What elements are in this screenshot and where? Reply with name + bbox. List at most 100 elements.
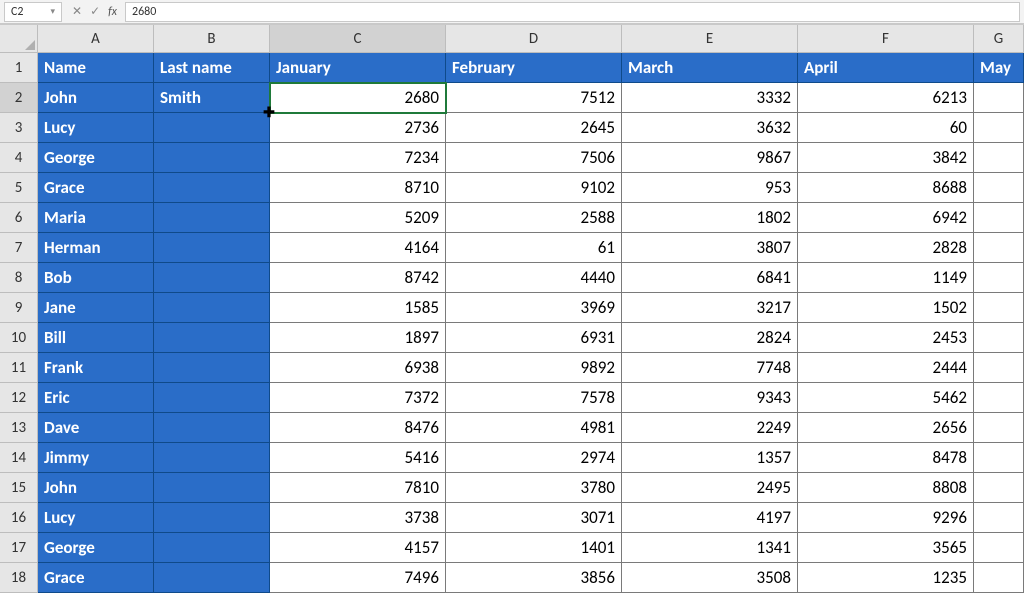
col-head-C[interactable]: C [270,25,446,53]
cell-lastname[interactable] [154,143,270,173]
cell-january[interactable]: 8710 [270,173,446,203]
row-head-10[interactable]: 10 [0,323,38,353]
cell-may[interactable] [974,353,1024,383]
row-head-4[interactable]: 4 [0,143,38,173]
row-head-8[interactable]: 8 [0,263,38,293]
cell-lastname[interactable] [154,263,270,293]
cell-lastname[interactable] [154,203,270,233]
cell-lastname[interactable] [154,383,270,413]
confirm-icon[interactable]: ✓ [90,4,100,19]
cell-january[interactable]: 4157 [270,533,446,563]
row-head-17[interactable]: 17 [0,533,38,563]
cell-january[interactable]: 8476 [270,413,446,443]
row-head-16[interactable]: 16 [0,503,38,533]
cell-may[interactable] [974,173,1024,203]
cell-april[interactable]: 8808 [798,473,974,503]
cell-name[interactable]: John [38,83,154,113]
cell-april[interactable]: 3565 [798,533,974,563]
cell-january[interactable]: 2680 [270,83,446,113]
cell-lastname[interactable] [154,503,270,533]
cell-january[interactable]: 8742 [270,263,446,293]
cell-january[interactable]: 7234 [270,143,446,173]
cell-april[interactable]: 2828 [798,233,974,263]
cell-april[interactable]: 60 [798,113,974,143]
row-head-1[interactable]: 1 [0,53,38,83]
cell-february[interactable]: 9892 [446,353,622,383]
cell-name[interactable]: Frank [38,353,154,383]
col-head-G[interactable]: G [974,25,1024,53]
cell-march[interactable]: 9343 [622,383,798,413]
cell-may[interactable] [974,293,1024,323]
cell-april[interactable]: 5462 [798,383,974,413]
cell-april[interactable]: 1149 [798,263,974,293]
cell-name[interactable]: George [38,143,154,173]
cell-march[interactable]: 2495 [622,473,798,503]
chevron-down-icon[interactable]: ▾ [50,6,55,17]
cell-may[interactable] [974,503,1024,533]
row-head-11[interactable]: 11 [0,353,38,383]
cell-name[interactable]: John [38,473,154,503]
cell-february[interactable]: 7578 [446,383,622,413]
cell-name[interactable]: Bill [38,323,154,353]
cell-name[interactable]: Maria [38,203,154,233]
cell-april[interactable]: 6942 [798,203,974,233]
cell-lastname[interactable]: Smith✚ [154,83,270,113]
cell-may[interactable] [974,323,1024,353]
cell-name[interactable]: Lucy [38,503,154,533]
cell-name[interactable]: Bob [38,263,154,293]
col-head-E[interactable]: E [622,25,798,53]
cell-may[interactable] [974,143,1024,173]
cell-lastname[interactable] [154,413,270,443]
cell-lastname[interactable] [154,113,270,143]
header-april[interactable]: April [798,53,974,83]
col-head-B[interactable]: B [154,25,270,53]
cell-lastname[interactable] [154,443,270,473]
cell-february[interactable]: 4981 [446,413,622,443]
cell-may[interactable] [974,383,1024,413]
cell-february[interactable]: 7506 [446,143,622,173]
cell-lastname[interactable] [154,473,270,503]
cell-january[interactable]: 7372 [270,383,446,413]
cell-may[interactable] [974,413,1024,443]
cell-january[interactable]: 7810 [270,473,446,503]
row-head-13[interactable]: 13 [0,413,38,443]
cell-may[interactable] [974,473,1024,503]
cell-february[interactable]: 3969 [446,293,622,323]
cell-name[interactable]: Herman [38,233,154,263]
cell-lastname[interactable] [154,293,270,323]
header-may[interactable]: May [974,53,1024,83]
cell-march[interactable]: 2249 [622,413,798,443]
cell-may[interactable] [974,443,1024,473]
cell-january[interactable]: 2736 [270,113,446,143]
row-head-18[interactable]: 18 [0,563,38,593]
cell-january[interactable]: 7496 [270,563,446,593]
cell-lastname[interactable] [154,173,270,203]
cell-april[interactable]: 3842 [798,143,974,173]
cell-march[interactable]: 1357 [622,443,798,473]
row-head-3[interactable]: 3 [0,113,38,143]
cell-april[interactable]: 2444 [798,353,974,383]
cell-march[interactable]: 9867 [622,143,798,173]
cell-march[interactable]: 6841 [622,263,798,293]
col-head-A[interactable]: A [38,25,154,53]
cell-april[interactable]: 1235 [798,563,974,593]
cell-march[interactable]: 1341 [622,533,798,563]
cell-name[interactable]: Lucy [38,113,154,143]
cell-may[interactable] [974,83,1024,113]
col-head-D[interactable]: D [446,25,622,53]
cell-may[interactable] [974,203,1024,233]
cell-april[interactable]: 6213 [798,83,974,113]
cell-name[interactable]: Jimmy [38,443,154,473]
cell-march[interactable]: 3332 [622,83,798,113]
cell-april[interactable]: 2656 [798,413,974,443]
col-head-F[interactable]: F [798,25,974,53]
cell-january[interactable]: 1897 [270,323,446,353]
cell-name[interactable]: Grace [38,563,154,593]
cell-february[interactable]: 3071 [446,503,622,533]
cell-lastname[interactable] [154,323,270,353]
header-lastname[interactable]: Last name [154,53,270,83]
cell-january[interactable]: 4164 [270,233,446,263]
cell-name[interactable]: Grace [38,173,154,203]
cell-february[interactable]: 3856 [446,563,622,593]
cell-february[interactable]: 2974 [446,443,622,473]
